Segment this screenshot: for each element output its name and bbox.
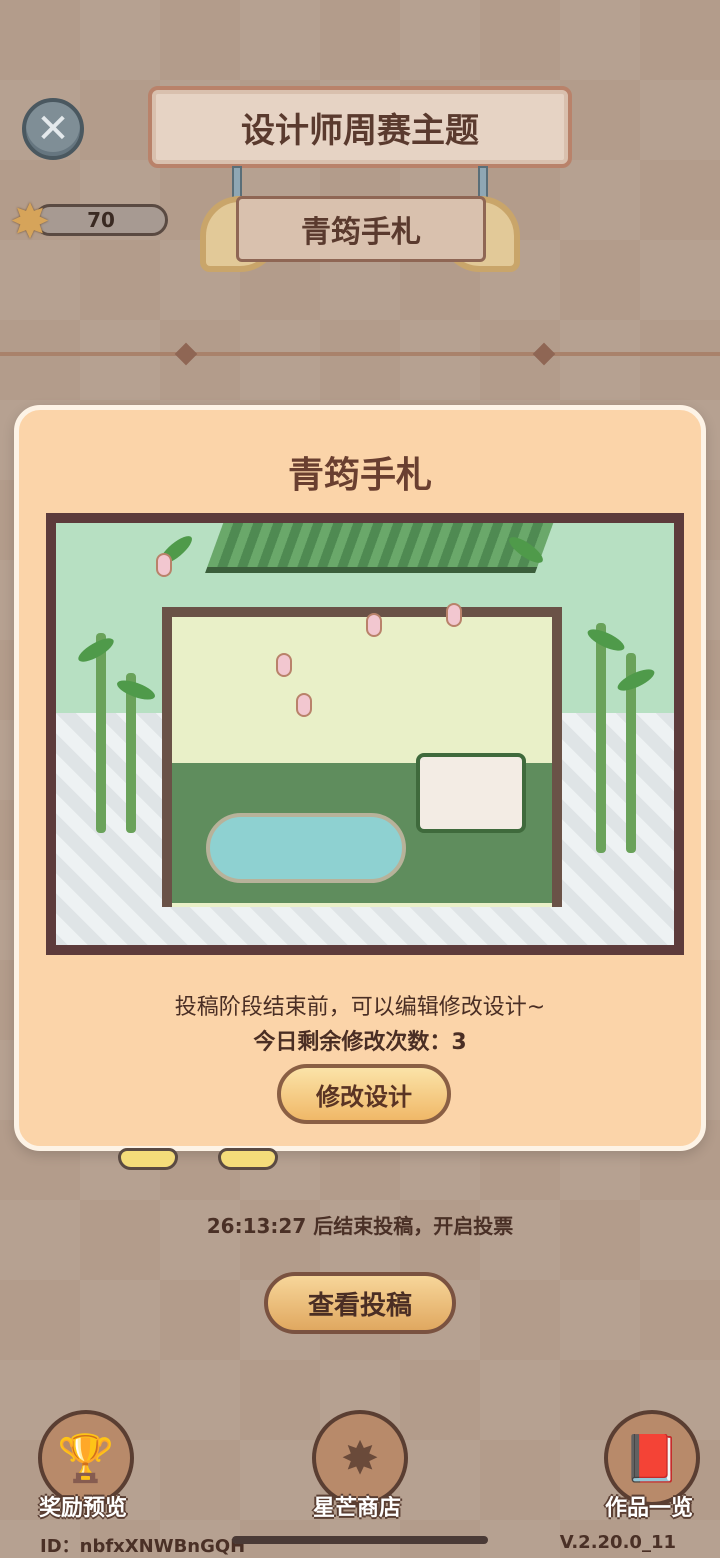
decorative-rail [0, 352, 720, 356]
nav-label: 奖励预览 [38, 1496, 127, 1521]
nav-label: 星芒商店 [312, 1496, 401, 1521]
version-label: V.2.20.0_11 [559, 1532, 676, 1553]
edit-hint: 投稿阶段结束前，可以编辑修改设计~ [174, 995, 546, 1020]
submission-countdown: 26:13:27 后结束投稿，开启投票 [206, 1214, 514, 1238]
page-title: 设计师周赛主题 [148, 86, 572, 168]
theme-name: 青筠手札 [236, 196, 486, 262]
modal-title: 青筠手札 [287, 455, 432, 496]
view-submissions-button[interactable]: 查看投稿 [264, 1272, 456, 1334]
nav-reward-preview[interactable]: 🏆 奖励预览 [28, 1410, 138, 1521]
character-foot [218, 1148, 278, 1170]
nav-star-shop[interactable]: ✸ 星芒商店 [302, 1410, 412, 1521]
theme-modal: 青筠手札 投稿阶段结束前，可以编辑修改设计~ 今日剩余修改次数：3 修改设计 [14, 405, 706, 1151]
nav-label: 作品一览 [604, 1496, 693, 1521]
star-icon: ✸ [9, 194, 51, 250]
star-counter: 70 ✸ [4, 196, 168, 248]
home-indicator[interactable] [232, 1536, 488, 1544]
close-icon: ✕ [36, 106, 70, 152]
close-button[interactable]: ✕ [22, 98, 84, 160]
character-foot [118, 1148, 178, 1170]
nav-works-list[interactable]: 📕 作品一览 [594, 1410, 704, 1521]
design-preview-image [46, 513, 684, 955]
edit-design-button[interactable]: 修改设计 [277, 1064, 451, 1124]
remaining-edits: 今日剩余修改次数：3 [253, 1030, 467, 1055]
user-id: ID：nbfxXNWBnGQH [40, 1536, 246, 1557]
